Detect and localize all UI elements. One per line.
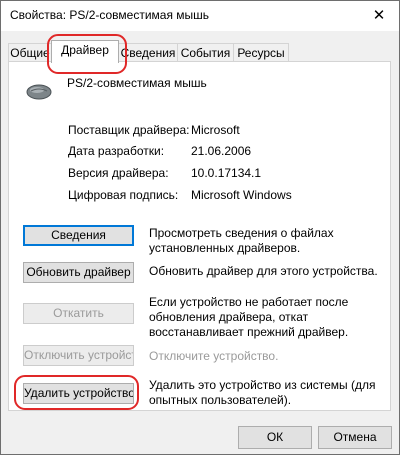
cancel-button[interactable]: Отмена (318, 426, 392, 449)
date-value: 21.06.2006 (191, 144, 252, 158)
ok-button[interactable]: ОК (238, 426, 312, 449)
driver-tab-panel: PS/2-совместимая мышь Поставщик драйвера… (8, 61, 391, 411)
disable-device-button[interactable]: Отключить устройство (23, 345, 134, 366)
signature-value: Microsoft Windows (191, 188, 292, 202)
version-value: 10.0.17134.1 (191, 166, 262, 180)
close-icon[interactable]: ✕ (359, 1, 399, 31)
version-label: Версия драйвера: (68, 166, 169, 180)
signature-label: Цифровая подпись: (68, 188, 179, 202)
uninstall-device-description: Удалить это устройство из системы (для о… (149, 378, 376, 407)
title-bar[interactable]: Свойства: PS/2-совместимая мышь ✕ (1, 1, 399, 31)
date-label: Дата разработки: (68, 144, 165, 158)
tab-events[interactable]: События (177, 43, 234, 61)
tab-details[interactable]: Сведения (118, 43, 178, 61)
disable-device-description: Отключите устройство. (149, 349, 279, 363)
device-name: PS/2-совместимая мышь (67, 76, 207, 90)
provider-label: Поставщик драйвера: (68, 123, 190, 137)
uninstall-device-button[interactable]: Удалить устройство (23, 383, 134, 404)
driver-details-description: Просмотреть сведения о файлах установлен… (149, 226, 334, 255)
tab-driver[interactable]: Драйвер (51, 40, 119, 63)
update-driver-button[interactable]: Обновить драйвер (23, 262, 134, 283)
roll-back-driver-description: Если устройство не работает после обновл… (149, 295, 349, 339)
window-title: Свойства: PS/2-совместимая мышь (10, 8, 210, 22)
mouse-icon (26, 84, 52, 100)
driver-details-button[interactable]: Сведения (23, 225, 134, 246)
update-driver-description: Обновить драйвер для этого устройства. (149, 264, 378, 278)
provider-value: Microsoft (191, 123, 240, 137)
roll-back-driver-button[interactable]: Откатить (23, 303, 134, 324)
tab-general[interactable]: Общие (8, 43, 52, 61)
tab-resources[interactable]: Ресурсы (233, 43, 289, 61)
properties-dialog: Свойства: PS/2-совместимая мышь ✕ Общие … (0, 0, 400, 455)
